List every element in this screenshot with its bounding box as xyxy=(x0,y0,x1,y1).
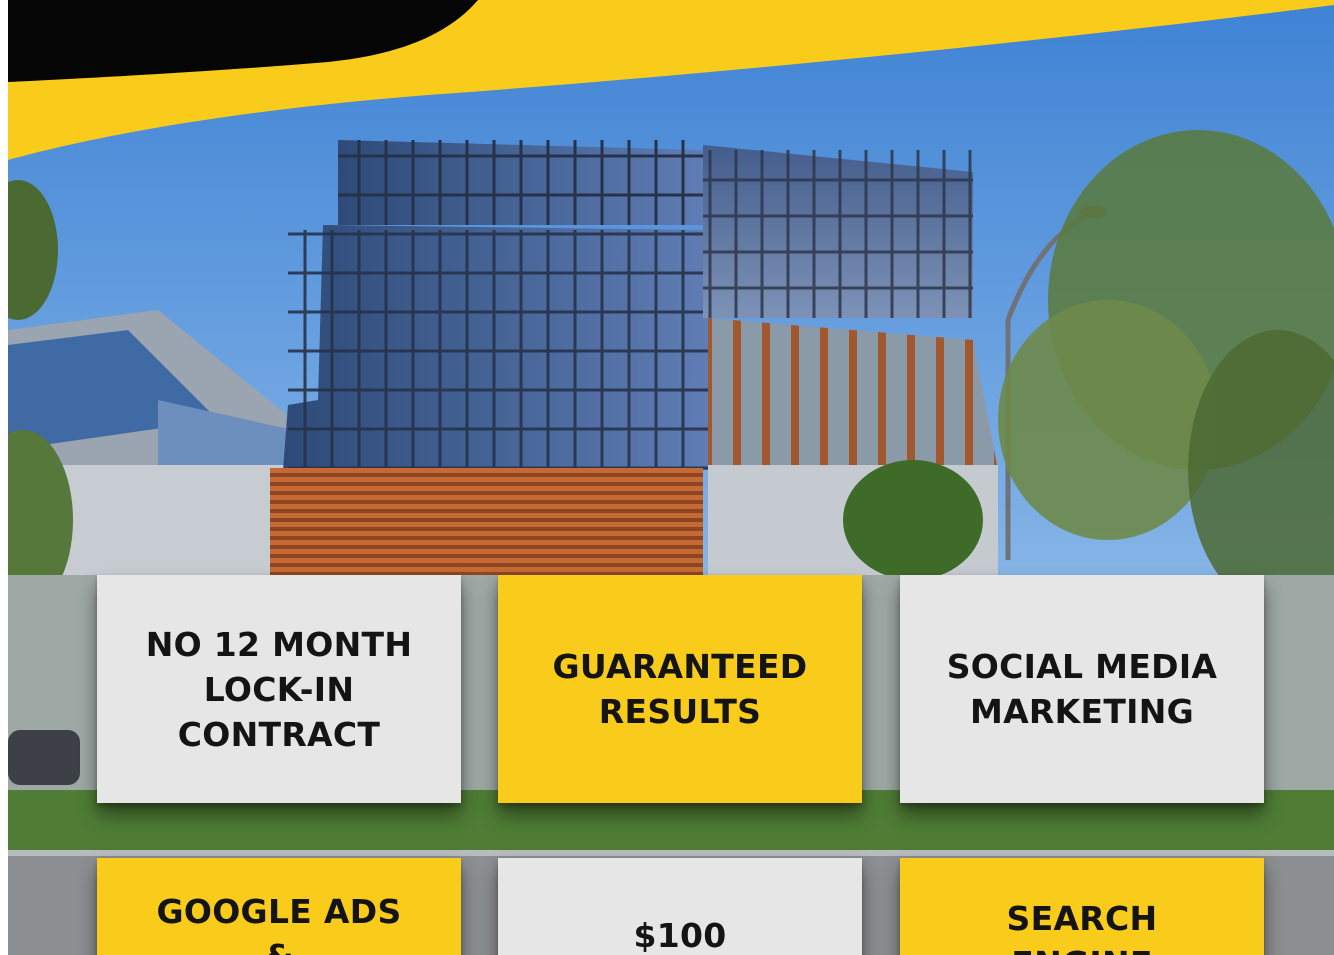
feature-card-label: GUARANTEED RESULTS xyxy=(552,647,808,731)
feature-card-google-ads: GOOGLE ADS & xyxy=(97,858,461,955)
poster: NO 12 MONTH LOCK-IN CONTRACT GUARANTEED … xyxy=(8,0,1334,955)
feature-card-label: $100 xyxy=(633,916,727,955)
feature-card-no-lock-in: NO 12 MONTH LOCK-IN CONTRACT xyxy=(97,575,461,803)
feature-card-label: SOCIAL MEDIA MARKETING xyxy=(946,647,1218,731)
feature-card-label: GOOGLE ADS & xyxy=(156,892,402,955)
feature-card-seo: SEARCH ENGINE xyxy=(900,858,1264,955)
feature-card-label: NO 12 MONTH LOCK-IN CONTRACT xyxy=(145,624,413,754)
feature-card-label: SEARCH ENGINE xyxy=(1006,899,1158,955)
building-photo xyxy=(8,0,1334,955)
feature-card-social-media: SOCIAL MEDIA MARKETING xyxy=(900,575,1264,803)
feature-card-guaranteed-results: GUARANTEED RESULTS xyxy=(498,575,862,803)
feature-card-price: $100 xyxy=(498,858,862,955)
